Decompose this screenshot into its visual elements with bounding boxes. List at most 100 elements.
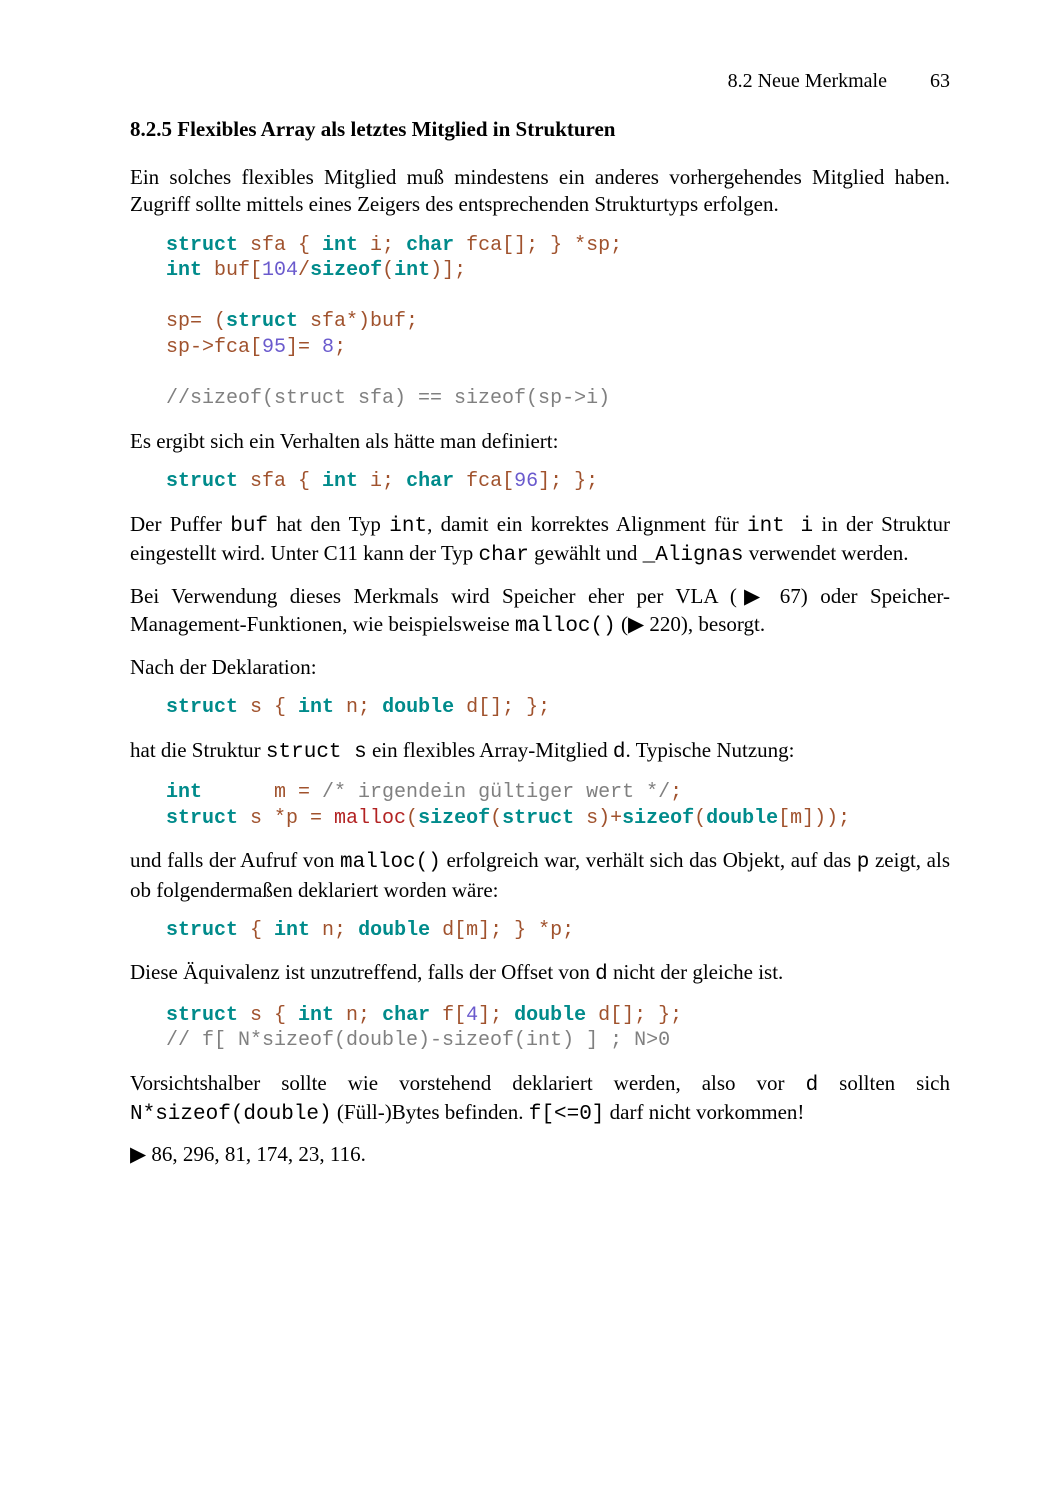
kw-char: char [382, 1004, 430, 1027]
code-text: ( [694, 807, 706, 830]
inline-code: _Alignas [643, 544, 744, 567]
kw-char: char [406, 470, 454, 493]
code-text: d[]; }; [586, 1004, 682, 1027]
header-page-number: 63 [930, 70, 950, 92]
code-text: s *p = [238, 807, 334, 830]
kw-double: double [706, 807, 778, 830]
num: 8 [322, 336, 334, 359]
code-text: fca[ [454, 470, 514, 493]
kw-int: int [274, 919, 310, 942]
text: Der Puffer [130, 512, 230, 536]
code-text: n; [310, 919, 358, 942]
code-block-4: int m = /* irgendein gültiger wert */; s… [166, 780, 950, 831]
kw-double: double [358, 919, 430, 942]
kw-int: int [298, 1004, 334, 1027]
code-text: sp->fca[ [166, 336, 262, 359]
kw-struct: struct [166, 234, 238, 257]
text: und falls der Aufruf von [130, 848, 340, 872]
paragraph-9: Vorsichtshalber sollte wie vorstehend de… [130, 1070, 950, 1129]
code-text: ; [334, 336, 346, 359]
kw-struct: struct [166, 696, 238, 719]
triangle-icon: ▶ [737, 585, 768, 608]
kw-sizeof: sizeof [310, 259, 382, 282]
code-text: [m])); [778, 807, 850, 830]
code-text: f[ [430, 1004, 466, 1027]
text: nicht der gleiche ist. [608, 960, 784, 984]
code-block-1: struct sfa { int i; char fca[]; } *sp; i… [166, 233, 950, 412]
num: 104 [262, 259, 298, 282]
triangle-icon: ▶ [130, 1143, 146, 1166]
kw-int: int [166, 781, 202, 804]
inline-code: struct s [266, 741, 367, 764]
code-text: i; [358, 470, 406, 493]
kw-struct: struct [502, 807, 574, 830]
code-text: d[]; }; [454, 696, 550, 719]
text: hat den Typ [268, 512, 389, 536]
code-text: n; [334, 1004, 382, 1027]
kw-int: int [298, 696, 334, 719]
kw-struct: struct [166, 470, 238, 493]
text: , damit ein korrektes Alignment für [427, 512, 747, 536]
code-text: s { [238, 696, 298, 719]
inline-code: N*sizeof(double) [130, 1103, 332, 1126]
cross-references: ▶ 86, 296, 81, 174, 23, 116. [130, 1142, 950, 1167]
code-text: ]; }; [538, 470, 598, 493]
text: Vorsichtshalber sollte wie vorstehend de… [130, 1071, 806, 1095]
code-text: i; [358, 234, 406, 257]
inline-code: int i [747, 515, 813, 538]
header-section: 8.2 Neue Merkmale [728, 70, 887, 92]
code-text: ; [670, 781, 682, 804]
kw-struct: struct [166, 807, 238, 830]
page: 8.2 Neue Merkmale 63 8.2.5 Flexibles Arr… [0, 0, 1050, 1500]
code-text: m = [202, 781, 322, 804]
inline-code: f[<=0] [529, 1103, 605, 1126]
section-heading: 8.2.5 Flexibles Array als letztes Mitgli… [130, 117, 950, 142]
inline-code: malloc() [340, 851, 441, 874]
kw-struct: struct [226, 310, 298, 333]
text: hat die Struktur [130, 738, 266, 762]
inline-code: d [806, 1074, 819, 1097]
text: 220), besorgt. [644, 612, 765, 636]
paragraph-4: Bei Verwendung dieses Merkmals wird Spei… [130, 583, 950, 640]
paragraph-1: Ein solches flexibles Mitglied muß minde… [130, 164, 950, 219]
kw-double: double [514, 1004, 586, 1027]
kw-char: char [406, 234, 454, 257]
num: 96 [514, 470, 538, 493]
code-text: buf[ [202, 259, 262, 282]
text: verwendet werden. [743, 541, 908, 565]
inline-code: p [857, 851, 870, 874]
paragraph-2: Es ergibt sich ein Verhalten als hätte m… [130, 428, 950, 455]
kw-double: double [382, 696, 454, 719]
code-text: n; [334, 696, 382, 719]
code-text: d[m]; } *p; [430, 919, 574, 942]
kw-struct: struct [166, 919, 238, 942]
text: darf nicht vorkommen! [604, 1100, 804, 1124]
inline-code: buf [230, 515, 268, 538]
paragraph-5: Nach der Deklaration: [130, 654, 950, 681]
code-text: s)+ [574, 807, 622, 830]
code-text: s { [238, 1004, 298, 1027]
ref-list: 86, 296, 81, 174, 23, 116. [146, 1142, 366, 1166]
text: . Typische Nutzung: [625, 738, 794, 762]
code-text: )]; [430, 259, 466, 282]
code-text: sfa { [238, 470, 322, 493]
paragraph-6: hat die Struktur struct s ein flexibles … [130, 737, 950, 766]
code-text: ( [490, 807, 502, 830]
kw-sizeof: sizeof [418, 807, 490, 830]
comment: /* irgendein gültiger wert */ [322, 781, 670, 804]
inline-code: malloc() [515, 615, 616, 638]
text: Bei Verwendung dieses Merkmals wird Spei… [130, 584, 737, 608]
code-text: sp= ( [166, 310, 226, 333]
kw-sizeof: sizeof [622, 807, 694, 830]
text: ein flexibles Array-Mitglied [367, 738, 613, 762]
code-text: { [238, 919, 274, 942]
inline-code: char [478, 544, 528, 567]
code-text: sfa { [238, 234, 322, 257]
comment: // f[ N*sizeof(double)-sizeof(int) ] ; N… [166, 1029, 670, 1052]
triangle-icon: ▶ [628, 613, 644, 636]
kw-int: int [166, 259, 202, 282]
code-text: ( [382, 259, 394, 282]
code-block-2: struct sfa { int i; char fca[96]; }; [166, 469, 950, 495]
code-text: ]= [286, 336, 322, 359]
text: sollten sich [818, 1071, 950, 1095]
